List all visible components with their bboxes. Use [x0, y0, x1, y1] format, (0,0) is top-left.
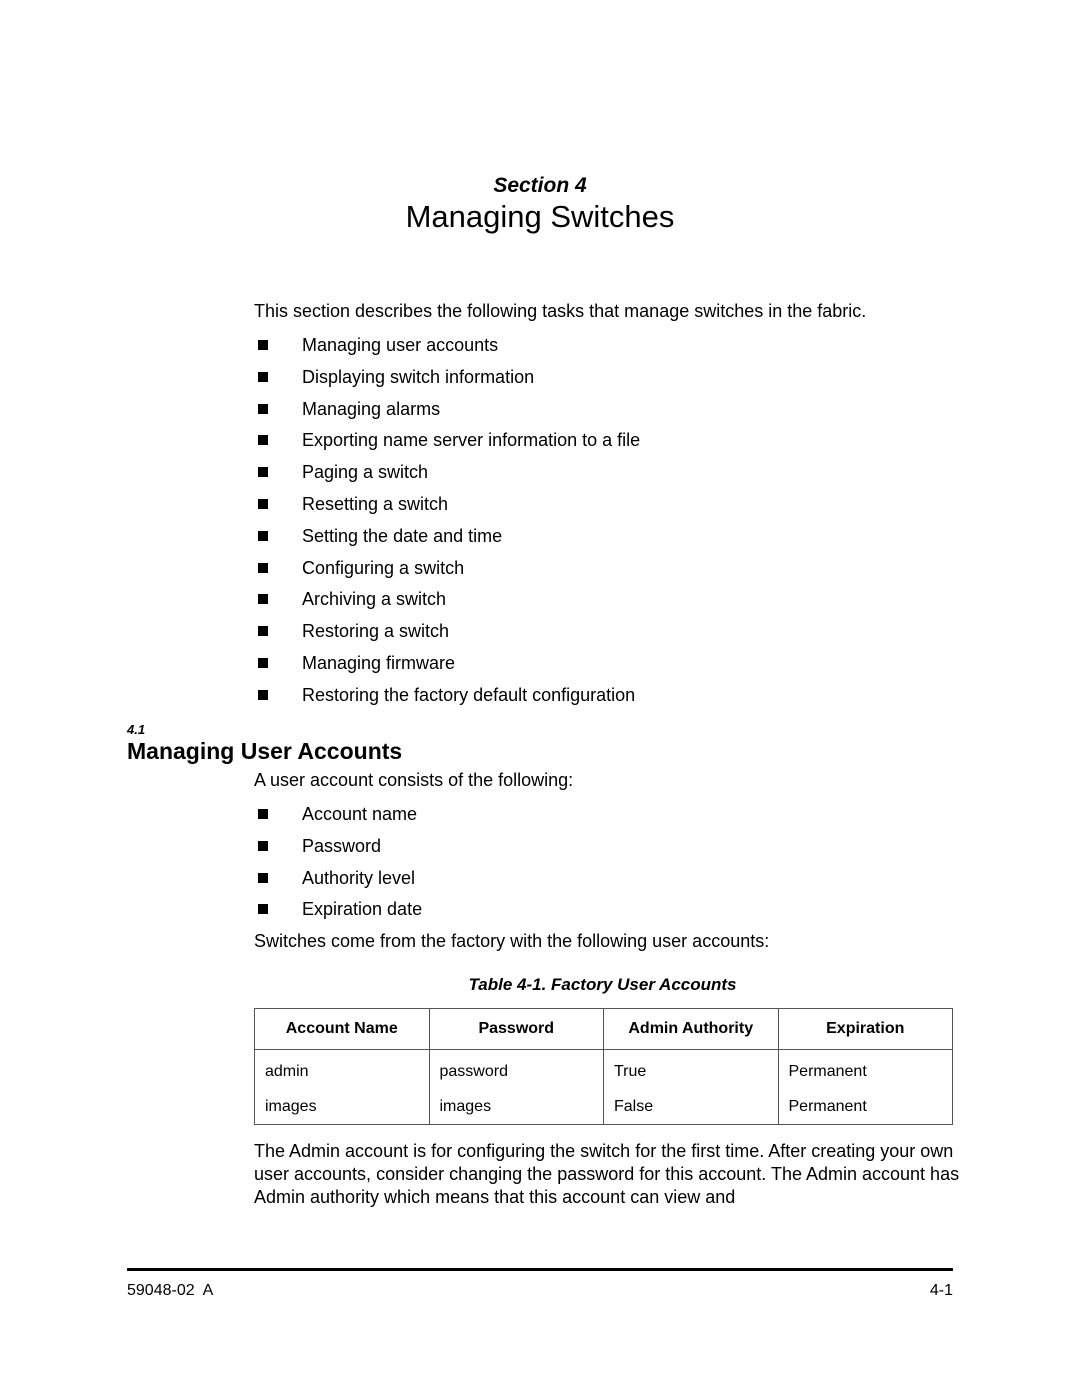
table-intro: Switches come from the factory with the …: [254, 931, 770, 951]
table-row: images images False Permanent: [254, 1089, 953, 1125]
footer-divider: [127, 1268, 953, 1271]
list-item-text: Managing alarms: [302, 398, 441, 419]
square-bullet-icon: [258, 809, 268, 819]
square-bullet-icon: [258, 594, 268, 605]
header-account-name: Account Name: [254, 1008, 430, 1050]
list-item-text: Restoring a switch: [302, 621, 450, 642]
intro-text: This section describes the following tas…: [254, 301, 867, 321]
table-header-row: Account Name Password Admin Authority Ex…: [254, 1008, 953, 1050]
square-bullet-icon: [258, 403, 268, 414]
header-expiration: Expiration: [777, 1008, 953, 1050]
footer-page-number: 4-1: [929, 1282, 953, 1299]
list-item-text: Setting the date and time: [302, 525, 503, 546]
list-item-text: Managing firmware: [302, 653, 456, 673]
square-bullet-icon: [258, 562, 268, 573]
cell-account-name: admin: [254, 1049, 430, 1089]
list-item-text: Configuring a switch: [302, 557, 465, 578]
cell-account-name: images: [254, 1089, 430, 1125]
section-label: Section 4: [493, 174, 587, 197]
cell-password: password: [428, 1049, 604, 1089]
table-caption: Table 4-1. Factory User Accounts: [468, 975, 737, 994]
list-item-text: Password: [302, 835, 382, 856]
list-item-text: Archiving a switch: [302, 589, 447, 610]
square-bullet-icon: [258, 872, 268, 883]
square-bullet-icon: [258, 904, 268, 915]
square-bullet-icon: [258, 371, 268, 382]
header-admin-authority: Admin Authority: [603, 1008, 779, 1050]
subsection-number: 4.1: [127, 722, 146, 737]
list-item-text: Expiration date: [302, 899, 423, 920]
list-item-text: Authority level: [302, 867, 416, 888]
square-bullet-icon: [258, 499, 268, 509]
subsection-title: Managing User Accounts: [127, 738, 403, 764]
square-bullet-icon: [258, 840, 268, 851]
square-bullet-icon: [258, 689, 268, 700]
page-title: Managing Switches: [405, 199, 675, 234]
footer-doc-number: 59048-02 A: [127, 1282, 214, 1299]
list-item-text: Managing user accounts: [302, 335, 499, 355]
factory-accounts-table: Account Name Password Admin Authority Ex…: [254, 1008, 953, 1125]
list-item-text: Account name: [302, 804, 418, 824]
list-item-text: Resetting a switch: [302, 494, 449, 514]
square-bullet-icon: [258, 658, 268, 668]
cell-expiration: Permanent: [777, 1049, 953, 1089]
table-row: admin password True Permanent: [254, 1049, 953, 1089]
subsection-lead: A user account consists of the following…: [254, 770, 574, 790]
cell-admin-authority: False: [603, 1089, 779, 1125]
list-item-text: Restoring the factory default configurat…: [302, 684, 636, 705]
square-bullet-icon: [258, 340, 268, 350]
square-bullet-icon: [258, 626, 268, 637]
list-item-text: Exporting name server information to a f…: [302, 430, 641, 451]
header-password: Password: [428, 1008, 604, 1050]
square-bullet-icon: [258, 435, 268, 446]
list-item-text: Displaying switch information: [302, 366, 535, 387]
list-item-text: Paging a switch: [302, 462, 429, 483]
cell-expiration: Permanent: [777, 1089, 953, 1125]
square-bullet-icon: [258, 467, 268, 478]
closing-paragraph: The Admin account is for configuring the…: [254, 1141, 960, 1207]
cell-admin-authority: True: [603, 1049, 779, 1089]
cell-password: images: [428, 1089, 604, 1125]
square-bullet-icon: [258, 530, 268, 541]
